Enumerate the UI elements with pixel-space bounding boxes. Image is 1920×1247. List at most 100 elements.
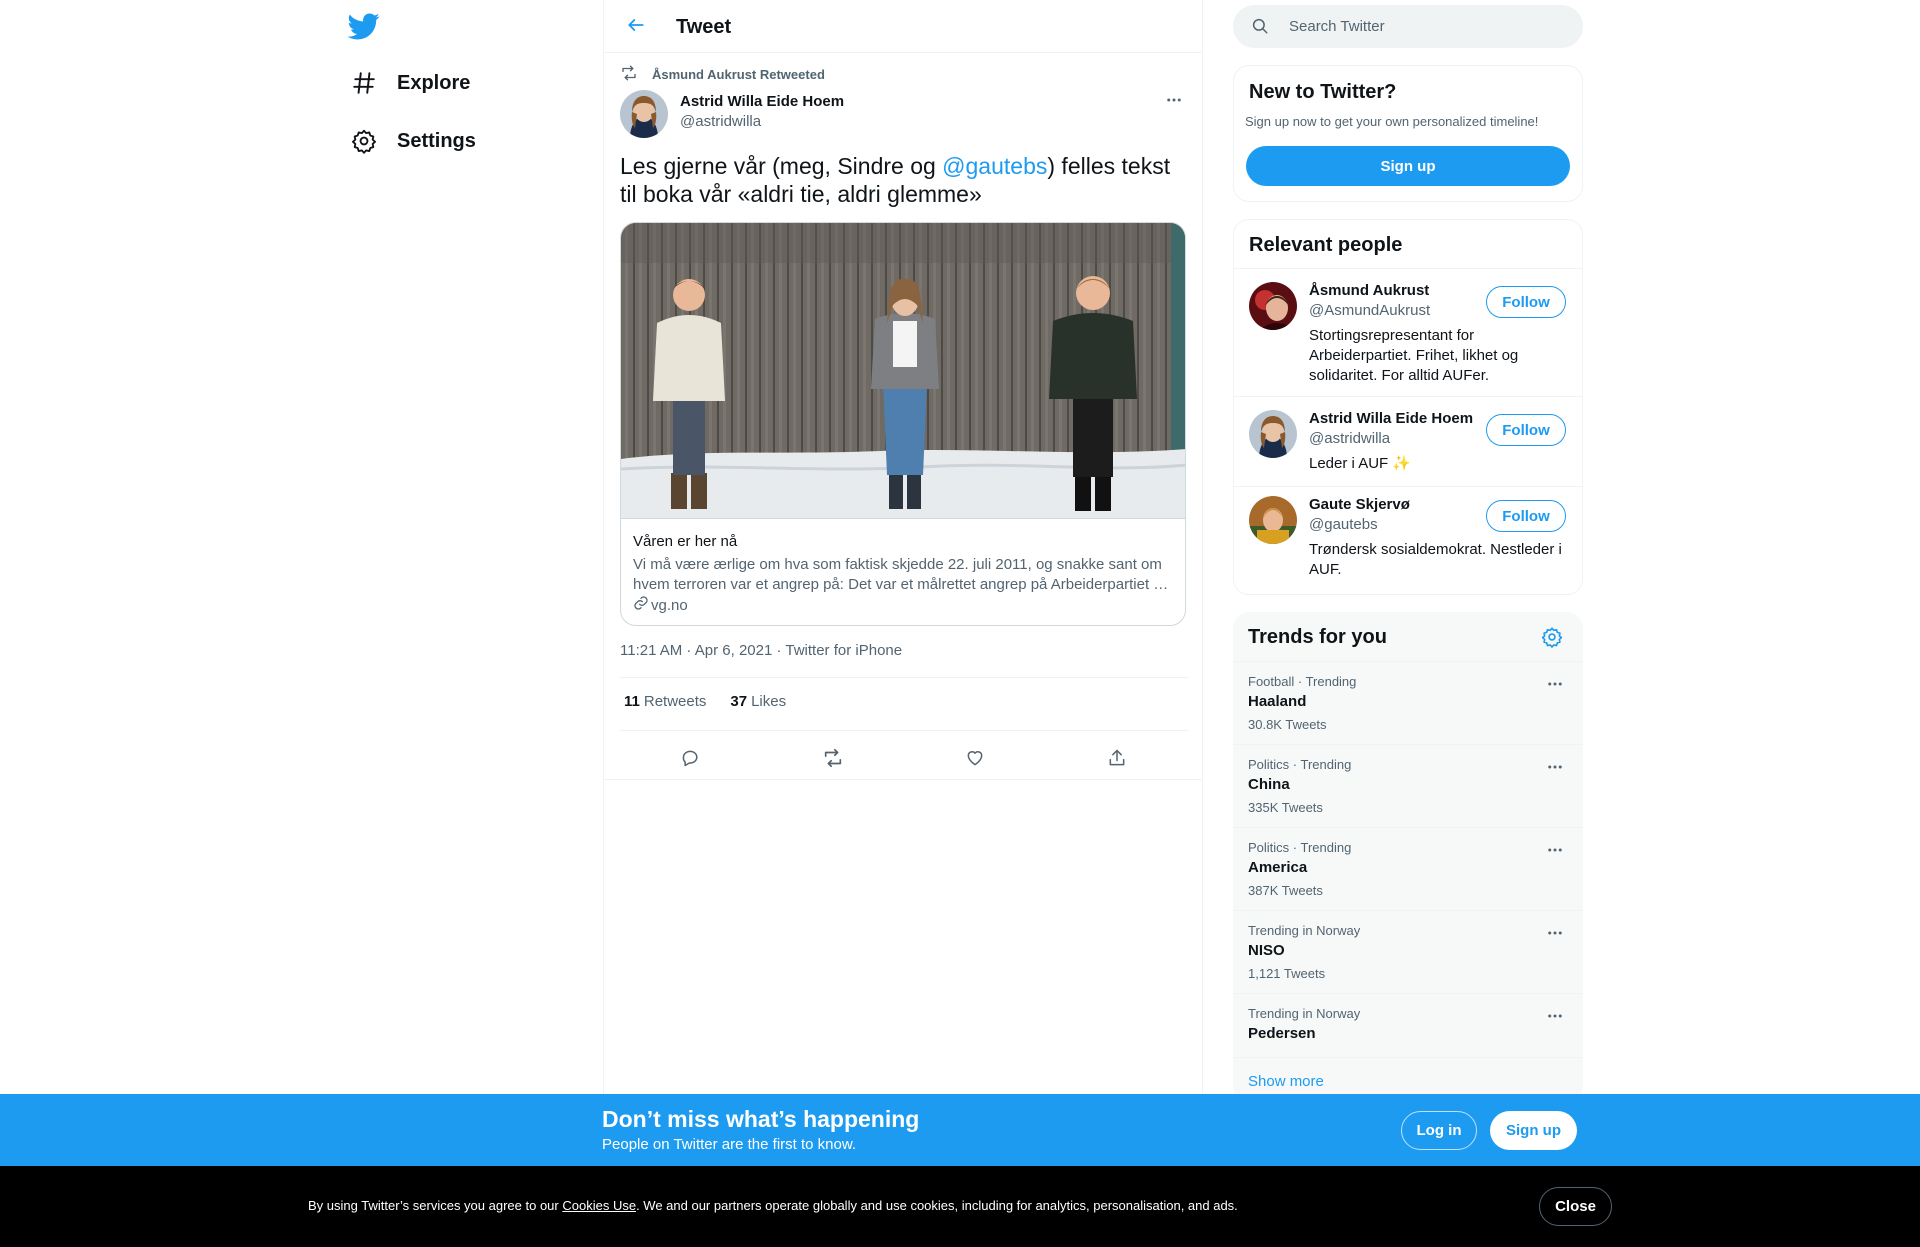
person-avatar[interactable]	[1249, 496, 1297, 544]
trend-count: 30.8K Tweets	[1248, 717, 1327, 732]
heart-icon	[965, 748, 985, 773]
gear-icon	[348, 125, 380, 157]
person-avatar[interactable]	[1249, 282, 1297, 330]
trend-more-button[interactable]	[1543, 923, 1567, 947]
nav-explore[interactable]: Explore	[348, 63, 470, 103]
trend-more-button[interactable]	[1543, 1006, 1567, 1030]
person-name[interactable]: Astrid Willa Eide Hoem	[1309, 410, 1473, 427]
mention-link[interactable]: @gautebs	[942, 153, 1047, 179]
author-handle[interactable]: @astridwilla	[680, 113, 761, 130]
page-title: Tweet	[676, 16, 732, 38]
trend-more-button[interactable]	[1543, 840, 1567, 864]
signup-button[interactable]: Sign up	[1246, 146, 1570, 186]
share-icon	[1107, 748, 1127, 773]
search-input[interactable]	[1289, 18, 1549, 35]
person-item[interactable]: Gaute Skjervø @gautebs Trøndersk sosiald…	[1234, 486, 1582, 594]
tweet-text: Les gjerne vår (meg, Sindre og @gautebs)…	[620, 152, 1188, 208]
signup-banner: Don’t miss what’s happening People on Tw…	[0, 1094, 1920, 1166]
cookie-text-before: By using Twitter’s services you agree to…	[308, 1198, 563, 1213]
trend-item[interactable]: Politics · Trending China 335K Tweets	[1233, 744, 1583, 827]
person-item[interactable]: Astrid Willa Eide Hoem @astridwilla Lede…	[1234, 396, 1582, 486]
link-icon	[633, 595, 651, 615]
gear-icon	[1541, 627, 1563, 652]
person-handle[interactable]: @gautebs	[1309, 516, 1378, 533]
nav-settings-label: Settings	[397, 129, 476, 152]
signup-panel-subtitle: Sign up now to get your own personalized…	[1245, 114, 1539, 129]
person-name[interactable]: Gaute Skjervø	[1309, 496, 1410, 513]
tweet-header: Tweet	[604, 0, 1202, 53]
tweet-actions	[620, 740, 1188, 780]
author-name[interactable]: Astrid Willa Eide Hoem	[680, 93, 844, 110]
retweets-stat[interactable]: 11 Retweets	[624, 693, 706, 710]
banner-subtitle: People on Twitter are the first to know.	[602, 1136, 857, 1153]
cookie-close-button[interactable]: Close	[1539, 1187, 1612, 1226]
trend-item[interactable]: Politics · Trending America 387K Tweets	[1233, 827, 1583, 910]
share-button[interactable]	[1100, 743, 1134, 777]
show-more-link[interactable]: Show more	[1248, 1073, 1324, 1090]
trend-category: Trending in Norway	[1248, 1006, 1361, 1021]
person-bio: Leder i AUF ✨	[1309, 455, 1412, 472]
card-domain: vg.no	[633, 595, 688, 615]
tweet-timestamp[interactable]: 11:21 AM · Apr 6, 2021 · Twitter for iPh…	[620, 642, 902, 659]
follow-button[interactable]: Follow	[1486, 414, 1566, 446]
trend-category: Trending in Norway	[1248, 923, 1361, 938]
card-domain-label: vg.no	[651, 596, 688, 614]
divider	[620, 730, 1188, 731]
more-dots-icon	[1546, 841, 1564, 864]
more-dots-icon	[1546, 758, 1564, 781]
twitter-logo-icon[interactable]	[347, 10, 380, 42]
tweet-more-button[interactable]	[1162, 90, 1186, 114]
login-button[interactable]: Log in	[1401, 1111, 1477, 1150]
person-item[interactable]: Åsmund Aukrust @AsmundAukrust Stortingsr…	[1234, 268, 1582, 396]
likes-count: 37	[730, 693, 748, 710]
search-bar[interactable]	[1233, 5, 1583, 48]
cookie-text-after: . We and our partners operate globally a…	[636, 1198, 1238, 1213]
trend-name: Pedersen	[1248, 1025, 1316, 1042]
trends-settings-button[interactable]	[1541, 626, 1565, 650]
cookie-bar: By using Twitter’s services you agree to…	[0, 1166, 1920, 1247]
likes-stat[interactable]: 37 Likes	[730, 693, 786, 710]
relevant-people-title: Relevant people	[1249, 234, 1403, 256]
trend-more-button[interactable]	[1543, 757, 1567, 781]
hashtag-icon	[348, 67, 380, 99]
trend-item[interactable]: Trending in Norway Pedersen	[1233, 993, 1583, 1057]
card-title: Våren er her nå	[633, 533, 738, 550]
trend-name: Haaland	[1248, 693, 1307, 710]
back-button[interactable]	[620, 11, 652, 43]
divider	[1233, 1057, 1583, 1058]
card-image	[621, 223, 1185, 519]
trend-more-button[interactable]	[1543, 674, 1567, 698]
reply-button[interactable]	[674, 743, 708, 777]
banner-signup-button[interactable]: Sign up	[1490, 1111, 1577, 1150]
search-icon	[1251, 17, 1271, 37]
retweets-label: Retweets	[643, 693, 707, 710]
trend-count: 387K Tweets	[1248, 883, 1323, 898]
trend-name: America	[1248, 859, 1308, 876]
trend-item[interactable]: Trending in Norway NISO 1,121 Tweets	[1233, 910, 1583, 993]
cookies-use-link[interactable]: Cookies Use	[562, 1198, 636, 1213]
retweeted-by-label: Åsmund Aukrust Retweeted	[652, 66, 825, 82]
follow-button[interactable]: Follow	[1486, 500, 1566, 532]
like-button[interactable]	[958, 743, 992, 777]
likes-label: Likes	[751, 693, 787, 710]
retweet-button[interactable]	[816, 743, 850, 777]
signup-panel: New to Twitter? Sign up now to get your …	[1233, 65, 1583, 202]
person-name[interactable]: Åsmund Aukrust	[1309, 282, 1429, 299]
person-bio: Stortingsrepresentant for Arbeiderpartie…	[1309, 327, 1519, 384]
person-avatar[interactable]	[1249, 410, 1297, 458]
card-description: Vi må være ærlige om hva som faktisk skj…	[633, 556, 1169, 593]
nav-settings[interactable]: Settings	[348, 121, 476, 161]
trend-name: NISO	[1248, 942, 1285, 959]
trends-title: Trends for you	[1248, 626, 1387, 648]
signup-panel-title: New to Twitter?	[1249, 81, 1397, 103]
follow-button[interactable]: Follow	[1486, 286, 1566, 318]
main-column: Tweet Åsmund Aukrust Retweeted Astrid Wi…	[603, 0, 1203, 1247]
person-handle[interactable]: @astridwilla	[1309, 430, 1390, 447]
trend-item[interactable]: Football · Trending Haaland 30.8K Tweets	[1233, 661, 1583, 744]
retweet-indicator[interactable]: Åsmund Aukrust Retweeted	[620, 64, 825, 84]
link-card[interactable]: Våren er her nå Vi må være ærlige om hva…	[620, 222, 1186, 626]
arrow-left-icon	[626, 15, 646, 40]
author-avatar[interactable]	[620, 90, 668, 138]
divider	[604, 779, 1202, 780]
person-handle[interactable]: @AsmundAukrust	[1309, 302, 1430, 319]
